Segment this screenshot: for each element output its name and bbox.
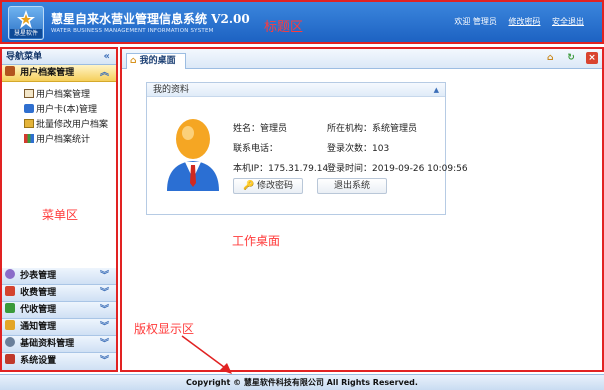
logo: 慧星软件: [8, 6, 44, 40]
logo-caption: 慧星软件: [10, 29, 42, 38]
change-password-link[interactable]: 修改密码: [508, 17, 540, 26]
profile-info: 姓名：管理员 所在机构：系统管理员 联系电话： 登录次数：103 本机IP：17…: [233, 119, 468, 179]
book-icon: [24, 89, 34, 98]
notification-icon: [5, 320, 15, 330]
system-title: 慧星自来水营业管理信息系统 V2.00: [51, 12, 250, 26]
key-icon: 🔑: [242, 181, 255, 191]
collection-icon: [5, 303, 15, 313]
nav-sidebar: 导航菜单 « 用户档案管理 ︽ 用户档案管理 用户卡(本)管理 批量修改用户档案…: [0, 47, 118, 372]
billing-icon: [5, 286, 15, 296]
welcome-text: 欢迎 管理员: [454, 17, 497, 26]
chevron-down-icon[interactable]: ︾: [100, 319, 109, 336]
change-password-button[interactable]: 🔑 修改密码: [233, 178, 303, 194]
group-basic-data[interactable]: 基础资料管理 ︾: [2, 336, 116, 353]
collapse-panel-icon[interactable]: ▲: [434, 83, 439, 97]
title-area-annotation: 标题区: [264, 20, 304, 35]
collapsed-groups: 抄表管理 ︾ 收费管理 ︾ 代收管理 ︾ 通知管理 ︾ 基础资料管理 ︾ 系统设…: [2, 268, 116, 370]
header-links: 欢迎 管理员 修改密码 安全退出: [445, 16, 584, 27]
database-icon: [5, 337, 15, 347]
panel-header: 我的资料 ▲: [147, 83, 445, 97]
group-billing[interactable]: 收费管理 ︾: [2, 285, 116, 302]
group-agent-collection[interactable]: 代收管理 ︾: [2, 302, 116, 319]
exit-system-button[interactable]: 退出系统: [317, 178, 387, 194]
user-ip: 本机IP：175.31.79.14: [233, 164, 329, 174]
close-icon[interactable]: ×: [586, 52, 598, 64]
app-window: 慧星软件 慧星自来水营业管理信息系统 V2.00 WATER BUSINESS …: [0, 0, 604, 390]
login-count: 登录次数：103: [327, 144, 390, 154]
home-icon[interactable]: ⌂: [544, 52, 556, 64]
panel-title: 我的资料: [153, 85, 190, 95]
meter-icon: [5, 269, 15, 279]
card-icon: [24, 104, 34, 113]
group-system-settings[interactable]: 系统设置 ︾: [2, 353, 116, 370]
group-label: 用户档案管理: [20, 68, 75, 78]
chevron-down-icon[interactable]: ︾: [100, 336, 109, 353]
user-org: 所在机构：系统管理员: [327, 124, 418, 134]
nav-menu-header: 导航菜单 «: [2, 49, 116, 65]
logout-link[interactable]: 安全退出: [552, 17, 584, 26]
home-icon: ⌂: [130, 56, 137, 66]
login-time: 登录时间：2019-09-26 10:09:56: [327, 164, 468, 174]
menu-item-archive-stats[interactable]: 用户档案统计: [24, 133, 116, 148]
group-notification[interactable]: 通知管理 ︾: [2, 319, 116, 336]
profile-panel: 我的资料 ▲ 姓名：管理员 所在机构：系统管理员 联系电话： 登录次数：103: [146, 82, 468, 215]
menu-item-user-archive[interactable]: 用户档案管理: [24, 88, 116, 103]
tab-my-desktop[interactable]: ⌂ 我的桌面: [126, 53, 186, 69]
folder-icon: [5, 66, 15, 76]
arrow-annotation-icon: [181, 335, 232, 374]
star-logo-icon: [17, 10, 35, 29]
user-name: 姓名：管理员: [233, 124, 288, 134]
title-bar: 慧星软件 慧星自来水营业管理信息系统 V2.00 WATER BUSINESS …: [0, 0, 604, 44]
group-meter-reading[interactable]: 抄表管理 ︾: [2, 268, 116, 285]
menu-item-user-card[interactable]: 用户卡(本)管理: [24, 103, 116, 118]
settings-icon: [5, 354, 15, 364]
user-phone: 联系电话：: [233, 144, 279, 154]
chevron-down-icon[interactable]: ︾: [100, 302, 109, 319]
workspace: ⌂ 我的桌面 ⌂ ↻ × 我的资料 ▲ 姓名：管理员 所在机构：系统管理员 联系…: [120, 47, 604, 374]
bar-chart-icon: [24, 134, 34, 143]
nav-menu-title: 导航菜单: [6, 52, 43, 62]
refresh-icon[interactable]: ↻: [565, 52, 577, 64]
menu-item-batch-edit[interactable]: 批量修改用户档案: [24, 118, 116, 133]
chevron-up-icon[interactable]: ︽: [100, 65, 109, 82]
group-user-archive[interactable]: 用户档案管理 ︽: [2, 65, 116, 82]
chevron-down-icon[interactable]: ︾: [100, 285, 109, 302]
chevron-down-icon[interactable]: ︾: [100, 353, 109, 370]
copyright-footer: Copyright © 慧星软件科技有限公司 All Rights Reserv…: [0, 374, 604, 390]
user-avatar-icon: [167, 119, 219, 191]
collapse-sidebar-icon[interactable]: «: [104, 49, 110, 65]
tab-bar: ⌂ 我的桌面 ⌂ ↻ ×: [122, 49, 602, 69]
system-subtitle: WATER BUSINESS MANAGEMENT INFORMATION SY…: [51, 28, 214, 34]
desktop-area-annotation: 工作桌面: [232, 234, 281, 248]
chevron-down-icon[interactable]: ︾: [100, 268, 109, 285]
edit-icon: [24, 119, 34, 128]
menu-area-annotation: 菜单区: [42, 208, 79, 222]
tab-tools: ⌂ ↻ ×: [538, 52, 598, 64]
